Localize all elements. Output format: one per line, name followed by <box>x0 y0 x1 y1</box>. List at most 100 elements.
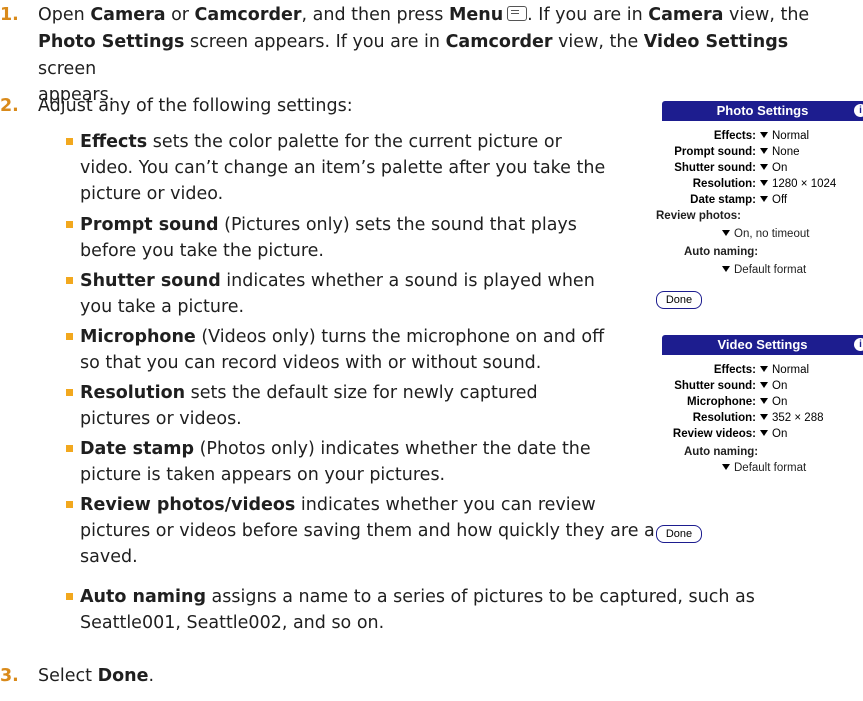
text-bold: Done <box>97 666 149 686</box>
text: , and then press <box>301 5 449 25</box>
shutter-sound-picker[interactable]: On <box>760 378 787 394</box>
info-icon[interactable]: i <box>854 338 863 351</box>
text: Seattle001, Seattle002, and so on. <box>80 613 385 633</box>
text: (Videos only) turns the microphone on an… <box>195 327 605 347</box>
shutter-sound-value: On <box>772 380 788 392</box>
video-settings-title-bar: Video Settings <box>662 335 863 355</box>
text: . <box>148 666 155 686</box>
step-text: Select Done. <box>38 663 154 689</box>
bullet-marker <box>66 277 73 284</box>
prompt-sound-picker[interactable]: None <box>760 144 800 160</box>
shutter-sound-picker[interactable]: On <box>760 160 787 176</box>
prompt-sound-row: Prompt sound: None <box>654 144 863 160</box>
review-videos-picker[interactable]: On <box>760 426 787 442</box>
text: indicates whether you can review <box>295 495 596 515</box>
effects-picker[interactable]: Normal <box>760 128 809 144</box>
step-number: 1. <box>0 5 19 25</box>
date-stamp-picker[interactable]: Off <box>760 192 787 208</box>
effects-row: Effects: Normal <box>654 128 863 144</box>
term: Auto naming <box>80 587 206 607</box>
text: (Photos only) indicates whether the date… <box>194 439 591 459</box>
shutter-sound-label: Shutter sound: <box>674 380 756 392</box>
text: you take a picture. <box>80 297 245 317</box>
shutter-sound-value: On <box>772 162 788 174</box>
auto-naming-value: Default format <box>734 264 807 276</box>
text: picture is taken appears on your picture… <box>80 465 446 485</box>
text-bold: Camera <box>90 5 166 25</box>
resolution-row: Resolution: 1280 × 1024 <box>654 176 863 192</box>
text-bold: Camera <box>648 5 724 25</box>
text: so that you can record videos with or wi… <box>80 353 542 373</box>
done-button[interactable]: Done <box>656 525 702 543</box>
bullet-marker <box>66 389 73 396</box>
text: . If you are in <box>527 5 649 25</box>
resolution-picker[interactable]: 1280 × 1024 <box>760 176 836 192</box>
text: or <box>165 5 195 25</box>
review-photos-value: On, no timeout <box>734 228 810 240</box>
review-videos-value: On <box>772 428 788 440</box>
review-photos-label: Review photos: <box>656 210 741 222</box>
step-text: Adjust any of the following settings: <box>38 96 353 116</box>
dropdown-arrow-icon <box>722 464 730 470</box>
term: Date stamp <box>80 439 195 459</box>
text-bold: Photo Settings <box>38 32 185 52</box>
dropdown-arrow-icon <box>760 180 768 186</box>
dropdown-arrow-icon <box>760 164 768 170</box>
prompt-sound-label: Prompt sound: <box>674 146 756 158</box>
resolution-value: 1280 × 1024 <box>772 178 837 190</box>
effects-row: Effects: Normal <box>654 362 863 378</box>
auto-naming-picker[interactable]: Default format <box>722 460 806 476</box>
text: assigns a name to a series of pictures t… <box>205 587 755 607</box>
term: Shutter sound <box>80 271 221 291</box>
text: sets the color palette for the current p… <box>147 132 562 152</box>
text: screen appears. If you are in <box>184 32 446 52</box>
date-stamp-label: Date stamp: <box>690 194 756 206</box>
resolution-row: Resolution: 352 × 288 <box>654 410 863 426</box>
bullet-marker <box>66 333 73 340</box>
term: Review photos/videos <box>80 495 296 515</box>
screen-title: Photo Settings <box>716 103 809 118</box>
dropdown-arrow-icon <box>722 230 730 236</box>
bullet-marker <box>66 445 73 452</box>
text: Select <box>38 666 98 686</box>
shutter-sound-row: Shutter sound: On <box>654 378 863 394</box>
dropdown-arrow-icon <box>760 196 768 202</box>
dropdown-arrow-icon <box>760 398 768 404</box>
text-bold: Video Settings <box>643 32 789 52</box>
info-icon[interactable]: i <box>854 104 863 117</box>
review-photos-picker[interactable]: On, no timeout <box>722 226 809 242</box>
resolution-label: Resolution: <box>692 178 756 190</box>
text-bold: Camcorder <box>194 5 302 25</box>
dropdown-arrow-icon <box>760 414 768 420</box>
step-number: 2. <box>0 96 19 116</box>
bullet-marker <box>66 221 73 228</box>
auto-naming-label: Auto naming: <box>684 446 759 458</box>
microphone-label: Microphone: <box>687 396 756 408</box>
term: Resolution <box>80 383 186 403</box>
step-text: Open Camera or Camcorder, and then press… <box>38 2 809 28</box>
resolution-value: 352 × 288 <box>772 412 824 424</box>
date-stamp-value: Off <box>772 194 788 206</box>
dropdown-arrow-icon <box>760 132 768 138</box>
microphone-picker[interactable]: On <box>760 394 787 410</box>
resolution-picker[interactable]: 352 × 288 <box>760 410 823 426</box>
auto-naming-value: Default format <box>734 462 807 474</box>
text: before you take the picture. <box>80 241 324 261</box>
text: sets the default size for newly captured <box>185 383 538 403</box>
term: Microphone <box>80 327 196 347</box>
date-stamp-row: Date stamp: Off <box>654 192 863 208</box>
bullet-marker <box>66 138 73 145</box>
effects-value: Normal <box>772 130 810 142</box>
dropdown-arrow-icon <box>760 430 768 436</box>
dropdown-arrow-icon <box>722 266 730 272</box>
done-button[interactable]: Done <box>656 291 702 309</box>
text: saved. <box>80 547 138 567</box>
microphone-row: Microphone: On <box>654 394 863 410</box>
effects-label: Effects: <box>713 130 756 142</box>
shutter-sound-label: Shutter sound: <box>674 162 756 174</box>
text: picture or video. <box>80 184 224 204</box>
text: view, the <box>552 32 644 52</box>
screen-title: Video Settings <box>717 337 808 352</box>
auto-naming-picker[interactable]: Default format <box>722 262 806 278</box>
effects-picker[interactable]: Normal <box>760 362 809 378</box>
